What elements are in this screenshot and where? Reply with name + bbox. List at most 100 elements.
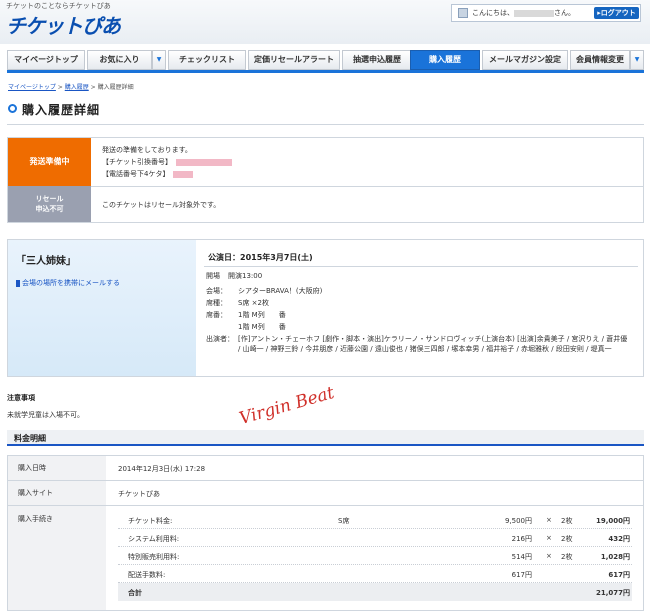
fee-table: 購入日時 2014年12月3日(水) 17:28 購入サイト チケットぴあ 購入… bbox=[7, 455, 644, 611]
greeting-prefix: こんにちは、 bbox=[472, 9, 514, 17]
status-table: 発送準備中 発送の準備をしております。 【チケット引換番号】 【電話番号下4ケタ… bbox=[7, 137, 644, 223]
venue-value: シアターBRAVA！(大阪府) bbox=[238, 287, 323, 295]
open-value: 開演13:00 bbox=[228, 272, 263, 280]
cast-label: 出演者： bbox=[206, 335, 234, 343]
seat-number-label: 席番： bbox=[206, 311, 227, 319]
breadcrumb-mypage-top[interactable]: マイページトップ bbox=[8, 84, 56, 91]
cast-list: [作]アントン・チェーホフ [劇作・脚本・演出]ケラリーノ・サンドロヴィッチ(上… bbox=[238, 335, 628, 353]
logout-button[interactable]: ▸ログアウト bbox=[594, 7, 639, 19]
fee-row-system: システム利用料: 216円 × 2枚 432円 bbox=[118, 529, 632, 547]
fee-amount: 1,028円 bbox=[600, 553, 630, 561]
fee-item-name: チケット料金: bbox=[128, 517, 173, 525]
favorites-dropdown-icon[interactable]: ▼ bbox=[152, 50, 166, 70]
tab-mypage-top[interactable]: マイページトップ bbox=[7, 50, 85, 70]
nav-underline bbox=[7, 70, 644, 73]
fee-section-header: 料金明細 bbox=[7, 430, 644, 446]
masked-username bbox=[514, 9, 554, 17]
venue-mail-link-text[interactable]: 会場の場所を携帯にメールする bbox=[22, 279, 120, 287]
breadcrumb-purchase-history[interactable]: 購入履歴 bbox=[65, 84, 89, 91]
fee-amount: 19,000円 bbox=[595, 517, 630, 525]
breadcrumb-separator: > bbox=[88, 84, 98, 91]
notes-body: 未就学児童は入場不可。 bbox=[7, 411, 84, 419]
total-label: 合計 bbox=[128, 589, 142, 597]
resale-badge-line2: 申込不可 bbox=[35, 205, 64, 213]
greeting-text: こんにちは、 さん。 bbox=[472, 8, 575, 18]
mobile-phone-icon bbox=[16, 279, 20, 287]
fee-times-sign: × bbox=[546, 534, 552, 542]
fee-quantity: 2枚 bbox=[561, 535, 573, 543]
fee-amount: 617円 bbox=[608, 571, 630, 579]
fee-section-title: 料金明細 bbox=[14, 434, 46, 443]
purchase-date-value: 2014年12月3日(水) 17:28 bbox=[118, 465, 206, 473]
watermark: Virgin Beat bbox=[237, 382, 337, 430]
venue-mail-link[interactable]: 会場の場所を携帯にメールする bbox=[16, 278, 120, 288]
resale-status-text: このチケットはリセール対象外です。 bbox=[102, 201, 221, 209]
fee-unit-price: 514円 bbox=[511, 553, 532, 561]
purchase-site-label: 購入サイト bbox=[8, 481, 106, 505]
breadcrumb-separator: > bbox=[55, 84, 65, 91]
ticket-exchange-number: 【チケット引換番号】 bbox=[102, 157, 232, 167]
fee-row-total: 合計 21,077円 bbox=[118, 583, 632, 601]
fee-quantity: 2枚 bbox=[561, 517, 573, 525]
phone-last4-label: 【電話番号下4ケタ】 bbox=[102, 170, 170, 178]
fee-seat-type: S席 bbox=[338, 517, 350, 525]
greeting-suffix: さん。 bbox=[554, 9, 575, 17]
page-title: 購入履歴詳細 bbox=[22, 103, 101, 117]
tab-checklist[interactable]: チェックリスト bbox=[168, 50, 246, 70]
fee-item-name: 配送手数料: bbox=[128, 571, 166, 579]
fee-unit-price: 216円 bbox=[511, 535, 532, 543]
tab-resale-alert[interactable]: 定価リセールアラート bbox=[248, 50, 340, 70]
masked-phone-number bbox=[173, 170, 194, 178]
breadcrumb: マイページトップ > 購入履歴 > 購入履歴詳細 bbox=[8, 82, 134, 91]
fee-row-ticket: チケット料金: S席 9,500円 × 2枚 19,000円 bbox=[118, 511, 632, 529]
fee-amount: 432円 bbox=[608, 535, 630, 543]
fee-unit-price: 617円 bbox=[511, 571, 532, 579]
tab-member-info[interactable]: 会員情報変更 bbox=[570, 50, 630, 70]
fee-item-name: 特別販売利用料: bbox=[128, 553, 180, 561]
seat-number-2: 1階 M列 番 bbox=[238, 323, 286, 331]
seat-number-1: 1階 M列 番 bbox=[238, 311, 286, 319]
event-summary-panel: 「三人姉妹」 会場の場所を携帯にメールする bbox=[8, 240, 196, 376]
seat-type-label: 席種： bbox=[206, 299, 227, 307]
notes-heading: 注意事項 bbox=[7, 394, 35, 402]
member-info-dropdown-icon[interactable]: ▼ bbox=[630, 50, 644, 70]
resale-badge-line1: リセール bbox=[35, 195, 64, 203]
site-header: チケットのことならチケットぴあ チケットぴあ こんにちは、 さん。 ▸ログアウト bbox=[0, 0, 650, 44]
fee-unit-price: 9,500円 bbox=[504, 517, 532, 525]
shipping-status-text: 発送の準備をしております。 bbox=[102, 146, 192, 154]
fee-row-special-sale: 特別販売利用料: 514円 × 2枚 1,028円 bbox=[118, 547, 632, 565]
total-amount: 21,077円 bbox=[595, 589, 630, 597]
shipping-status-badge: 発送準備中 bbox=[8, 138, 91, 186]
breadcrumb-current: 購入履歴詳細 bbox=[97, 84, 134, 91]
site-logo[interactable]: チケットぴあ bbox=[6, 10, 121, 39]
user-box: こんにちは、 さん。 ▸ログアウト bbox=[451, 4, 641, 22]
fee-item-name: システム利用料: bbox=[128, 535, 180, 543]
fee-row-delivery: 配送手数料: 617円 617円 bbox=[118, 565, 632, 583]
event-name: 「三人姉妹」 bbox=[16, 256, 76, 267]
event-info: 「三人姉妹」 会場の場所を携帯にメールする 公演日：2015年3月7日(土) 開… bbox=[7, 239, 644, 377]
venue-label: 会場： bbox=[206, 287, 227, 295]
ticket-exchange-label: 【チケット引換番号】 bbox=[102, 158, 172, 166]
purchase-date-label: 購入日時 bbox=[8, 456, 106, 480]
title-divider bbox=[7, 124, 644, 125]
fee-times-sign: × bbox=[546, 552, 552, 560]
mypage-nav: マイページトップ お気に入り ▼ チェックリスト 定価リセールアラート 抽選申込… bbox=[7, 50, 644, 70]
seat-type-value: S席 ×2枚 bbox=[238, 299, 269, 307]
purchase-procedure-label: 購入手続き bbox=[8, 506, 106, 610]
performance-date-divider bbox=[204, 266, 638, 267]
phone-last4: 【電話番号下4ケタ】 bbox=[102, 169, 194, 179]
tab-mail-magazine[interactable]: メールマガジン設定 bbox=[482, 50, 568, 70]
status-row-divider bbox=[91, 186, 643, 187]
tab-lottery-history[interactable]: 抽選申込履歴 bbox=[342, 50, 412, 70]
tab-purchase-history[interactable]: 購入履歴 bbox=[410, 50, 480, 70]
resale-status-badge: リセール 申込不可 bbox=[8, 186, 91, 222]
performance-date: 公演日：2015年3月7日(土) bbox=[208, 253, 313, 262]
fee-times-sign: × bbox=[546, 516, 552, 524]
open-label: 開場 bbox=[206, 272, 220, 280]
fee-breakdown: チケット料金: S席 9,500円 × 2枚 19,000円 システム利用料: … bbox=[118, 511, 632, 601]
masked-exchange-number bbox=[176, 158, 232, 166]
circle-bullet-icon bbox=[8, 104, 17, 113]
user-icon bbox=[458, 8, 468, 18]
purchase-site-value: チケットぴあ bbox=[118, 490, 160, 498]
tab-favorites[interactable]: お気に入り bbox=[87, 50, 152, 70]
